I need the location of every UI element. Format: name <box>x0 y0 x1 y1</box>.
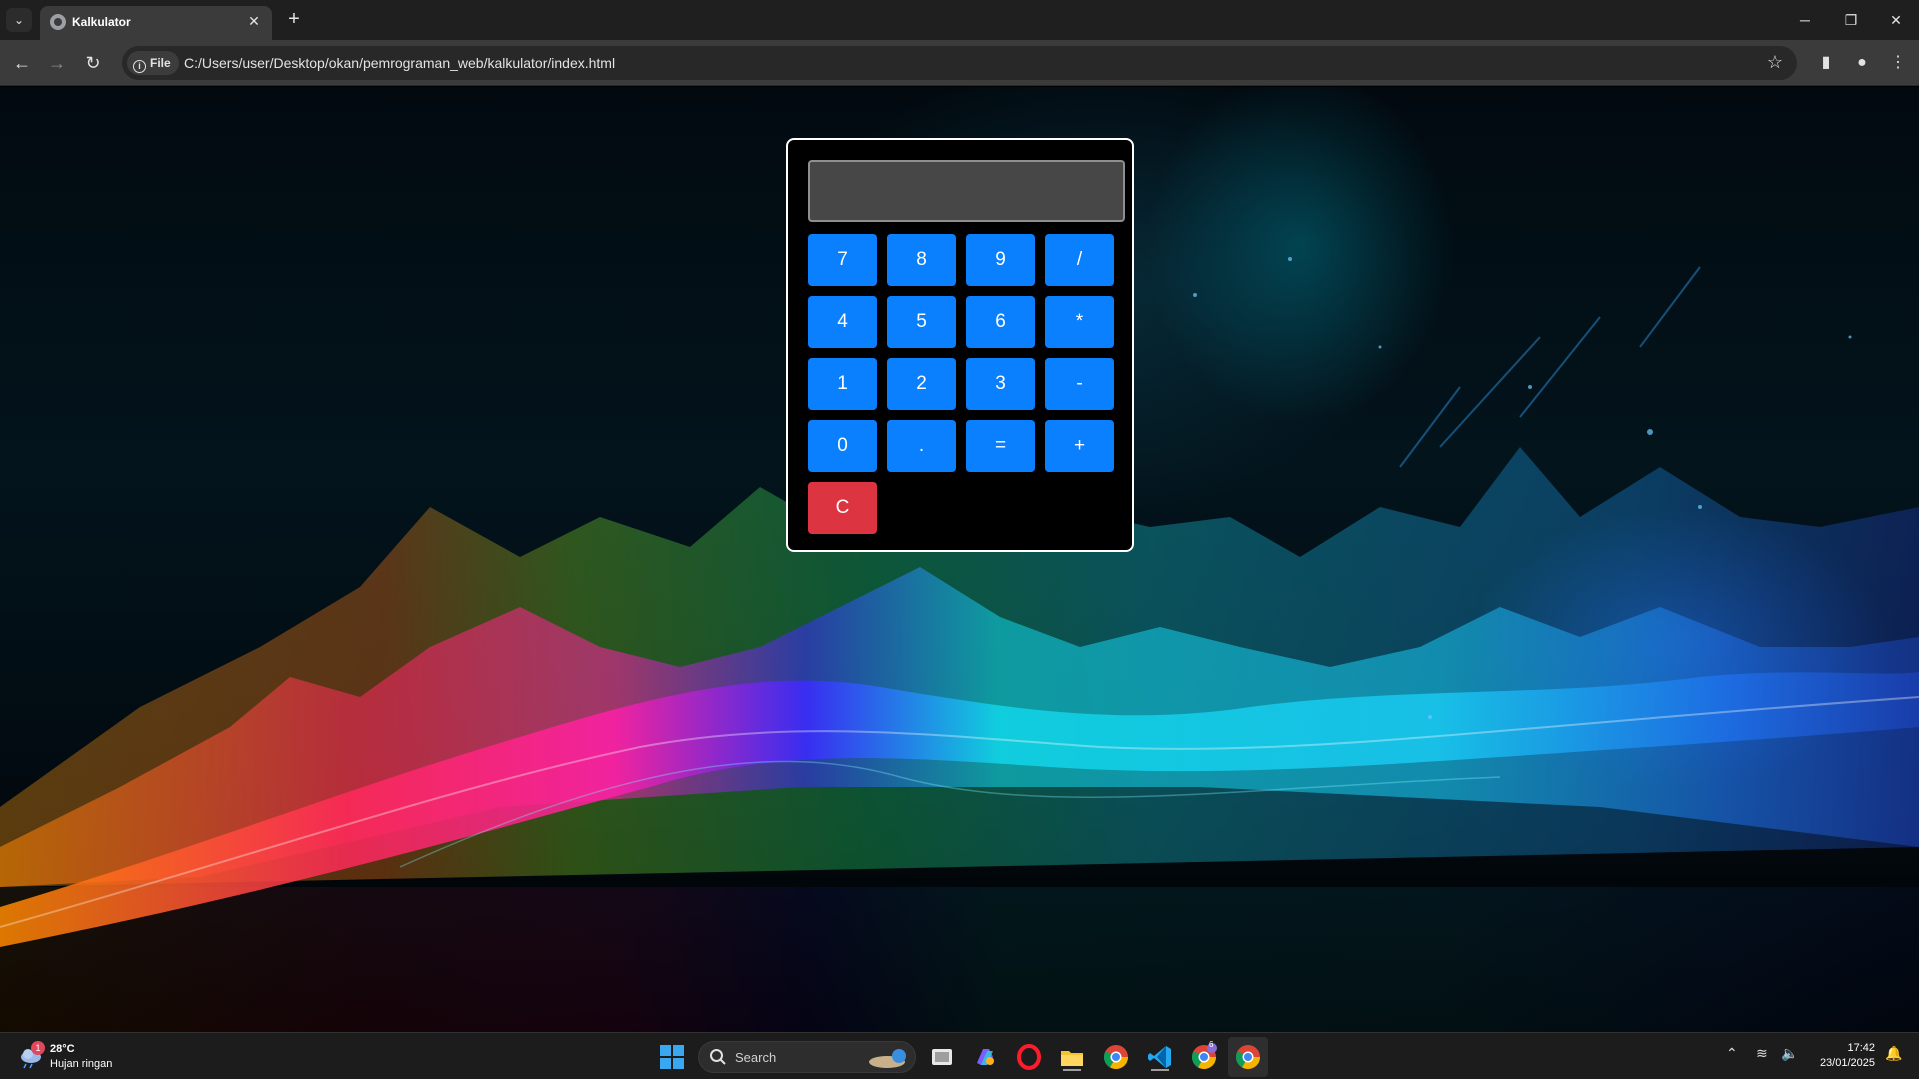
chrome-profile-icon[interactable] <box>1190 1043 1218 1071</box>
bookmark-star-icon[interactable]: ☆ <box>1767 52 1783 73</box>
key-6[interactable]: 6 <box>966 296 1035 348</box>
tab-search-button[interactable]: ⌄ <box>6 8 32 32</box>
key-subtract[interactable]: - <box>1045 358 1114 410</box>
chrome-icon[interactable] <box>1102 1043 1130 1071</box>
page-viewport: 7 8 9 / 4 5 6 * 1 2 3 - 0 . = + C <box>0 87 1919 1032</box>
address-bar[interactable]: i File C:/Users/user/Desktop/okan/pemrogr… <box>122 46 1797 80</box>
chevron-up-icon[interactable]: ⌃ <box>1726 1045 1738 1062</box>
volume-icon[interactable]: 🔈 <box>1781 1045 1798 1062</box>
key-3[interactable]: 3 <box>966 358 1035 410</box>
copilot-icon[interactable] <box>971 1043 999 1071</box>
key-add[interactable]: + <box>1045 420 1114 472</box>
weather-temperature[interactable]: 28°C <box>50 1043 75 1055</box>
windows-start-icon[interactable] <box>660 1045 684 1069</box>
key-equals[interactable]: = <box>966 420 1035 472</box>
key-0[interactable]: 0 <box>808 420 877 472</box>
taskbar-search[interactable]: Search <box>698 1041 916 1073</box>
task-view-icon[interactable] <box>928 1043 956 1071</box>
info-icon: i <box>133 60 146 73</box>
side-panel-icon[interactable]: ▮ <box>1814 50 1838 76</box>
minimize-button[interactable]: ─ <box>1788 6 1822 34</box>
key-8[interactable]: 8 <box>887 234 956 286</box>
weather-condition[interactable]: Hujan ringan <box>50 1058 112 1070</box>
opera-icon[interactable] <box>1015 1043 1043 1071</box>
tab-strip: ⌄ Kalkulator ✕ + ─ ❐ ✕ <box>0 0 1919 40</box>
clock-time[interactable]: 17:42 <box>1847 1042 1875 1054</box>
key-5[interactable]: 5 <box>887 296 956 348</box>
key-divide[interactable]: / <box>1045 234 1114 286</box>
wifi-icon[interactable]: ≋ <box>1756 1045 1768 1062</box>
globe-icon <box>50 14 66 30</box>
file-chip-label: File <box>150 56 171 70</box>
site-info-chip[interactable]: i File <box>127 51 179 75</box>
clear-button[interactable]: C <box>808 482 877 534</box>
browser-toolbar: ← → ↻ i File C:/Users/user/Desktop/okan/p… <box>0 40 1919 86</box>
reload-button[interactable]: ↻ <box>79 49 107 77</box>
key-2[interactable]: 2 <box>887 358 956 410</box>
chrome-active-icon[interactable] <box>1234 1043 1262 1071</box>
url-text[interactable]: C:/Users/user/Desktop/okan/pemrograman_w… <box>184 55 615 71</box>
search-label: Search <box>735 1050 777 1065</box>
tab-kalkulator[interactable]: Kalkulator ✕ <box>40 6 272 40</box>
clock-date[interactable]: 23/01/2025 <box>1820 1057 1875 1069</box>
forward-button[interactable]: → <box>43 49 71 77</box>
key-7[interactable]: 7 <box>808 234 877 286</box>
notification-bell-icon[interactable]: 🔔 <box>1885 1045 1902 1062</box>
search-highlight-icon <box>869 1049 906 1068</box>
file-explorer-icon[interactable] <box>1058 1043 1086 1071</box>
restore-button[interactable]: ❐ <box>1834 6 1868 34</box>
key-4[interactable]: 4 <box>808 296 877 348</box>
taskbar: 1 28°C Hujan ringan Search 6 ⌃ ≋ 🔈 17:42… <box>0 1032 1919 1079</box>
back-button[interactable]: ← <box>8 49 36 77</box>
browser-window: ⌄ Kalkulator ✕ + ─ ❐ ✕ ← → ↻ i File C:/Us… <box>0 0 1919 1079</box>
app-badge: 6 <box>1209 1040 1214 1049</box>
close-window-button[interactable]: ✕ <box>1879 6 1913 34</box>
search-icon <box>710 1049 726 1065</box>
key-multiply[interactable]: * <box>1045 296 1114 348</box>
tab-title: Kalkulator <box>72 15 131 29</box>
close-tab-icon[interactable]: ✕ <box>244 11 264 31</box>
profile-icon[interactable]: ● <box>1850 50 1874 76</box>
menu-kebab-icon[interactable]: ⋮ <box>1886 50 1910 76</box>
calculator-display[interactable] <box>808 160 1125 222</box>
key-1[interactable]: 1 <box>808 358 877 410</box>
new-tab-button[interactable]: + <box>282 8 306 32</box>
key-9[interactable]: 9 <box>966 234 1035 286</box>
key-decimal[interactable]: . <box>887 420 956 472</box>
weather-alert-badge: 1 <box>31 1041 45 1055</box>
vscode-icon[interactable] <box>1146 1043 1174 1071</box>
calculator: 7 8 9 / 4 5 6 * 1 2 3 - 0 . = + C <box>786 138 1134 552</box>
